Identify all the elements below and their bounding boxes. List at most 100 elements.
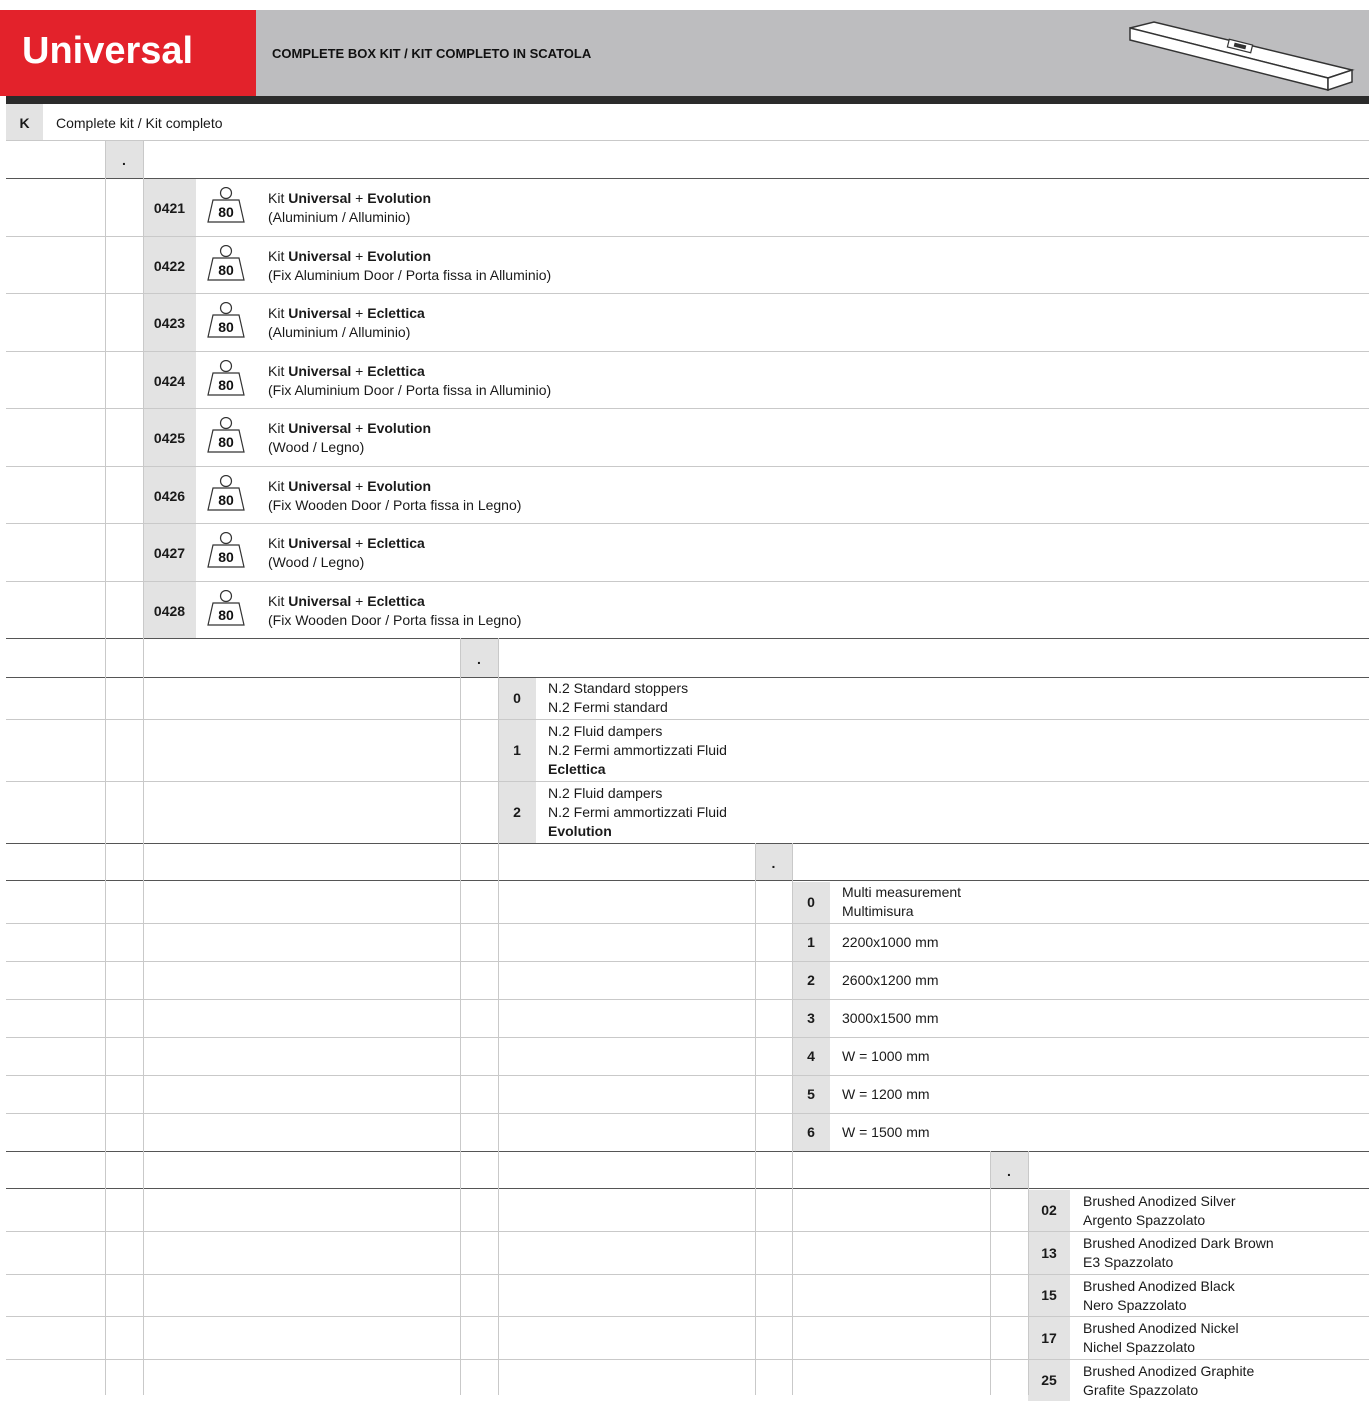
- header-rule: [6, 96, 1369, 104]
- svg-text:80: 80: [218, 319, 234, 335]
- weight-80kg-icon: 80: [207, 359, 245, 396]
- svg-text:80: 80: [218, 262, 234, 278]
- kit-code: 0421: [153, 200, 186, 216]
- finish-code: 17: [1041, 1330, 1057, 1346]
- kit-system-name: Universal: [288, 190, 352, 206]
- stopper-code: 2: [513, 804, 521, 820]
- size-code: 5: [807, 1086, 815, 1102]
- kit-title: Kit Universal + Eclettica: [268, 304, 425, 323]
- kit-plus: +: [351, 592, 368, 609]
- page-title: Universal: [22, 30, 194, 72]
- kit-row-divider: [6, 293, 1369, 294]
- kit-plus: +: [351, 420, 368, 436]
- column-divider: [792, 843, 793, 1395]
- stopper-code: 1: [513, 742, 521, 758]
- section-divider: [6, 140, 1369, 141]
- stopper-label: N.2 Fluid dampers: [548, 784, 663, 801]
- finish-row-divider: [6, 1274, 1369, 1275]
- kit-prefix: Kit: [268, 362, 289, 379]
- kit-code: 0423: [153, 315, 186, 331]
- kit-plus: +: [351, 247, 368, 264]
- section-label: Complete kit / Kit completo: [56, 115, 223, 131]
- stopper-row-divider: [6, 719, 1369, 720]
- stopper-label: N.2 Fermi ammortizzati Fluid: [548, 803, 727, 820]
- kit-prefix: Kit: [268, 420, 289, 436]
- column-divider: [498, 638, 499, 1395]
- weight-80kg-icon: 80: [207, 474, 245, 511]
- weight-80kg-icon: 80: [207, 302, 245, 338]
- kit-code: 0422: [153, 257, 186, 274]
- size-label: 2600x1200 mm: [842, 971, 939, 988]
- kit-model-name: Evolution: [367, 190, 432, 206]
- kit-plus: +: [351, 190, 368, 206]
- finish-label: Brushed Anodized Graphite: [1083, 1363, 1255, 1379]
- size-label: Multi measurement: [842, 884, 962, 900]
- stopper-label: Evolution: [548, 822, 612, 839]
- block-divider: [6, 1151, 1369, 1152]
- kit-note: (Fix Aluminium Door / Porta fissa in All…: [268, 381, 552, 398]
- stopper-label: Eclettica: [548, 760, 606, 777]
- stopper-label: N.2 Fermi ammortizzati Fluid: [548, 741, 727, 758]
- separator-dot: .: [771, 855, 776, 871]
- kit-model-name: Eclettica: [367, 305, 425, 321]
- kit-title: Kit Universal + Eclettica: [268, 534, 425, 553]
- kit-note: (Fix Wooden Door / Porta fissa in Legno): [268, 496, 522, 513]
- weight-80kg-icon: 80: [207, 589, 245, 626]
- kit-title: Kit Universal + Evolution: [268, 189, 431, 208]
- block-divider: [6, 880, 1369, 881]
- separator-dot: .: [1007, 1163, 1011, 1179]
- kit-prefix: Kit: [268, 535, 289, 551]
- stopper-code: 0: [513, 690, 521, 706]
- size-code: 3: [807, 1010, 815, 1026]
- size-label: Multimisura: [842, 903, 914, 919]
- kit-title: Kit Universal + Evolution: [268, 247, 431, 266]
- size-code: 1: [807, 934, 815, 950]
- size-row-divider: [6, 1075, 1369, 1076]
- page-subtitle: COMPLETE BOX KIT / KIT COMPLETO IN SCATO…: [272, 46, 592, 61]
- finish-label-it: Grafite Spazzolato: [1083, 1382, 1199, 1398]
- kit-row-divider: [6, 523, 1369, 524]
- finish-code: 25: [1041, 1372, 1057, 1388]
- finish-label-it: Nichel Spazzolato: [1083, 1339, 1196, 1355]
- kit-code: 0427: [153, 545, 186, 561]
- size-row-divider: [6, 1037, 1369, 1038]
- size-label: W = 1200 mm: [842, 1085, 930, 1102]
- finish-row-divider: [6, 1231, 1369, 1232]
- kit-title: Kit Universal + Eclettica: [268, 362, 425, 381]
- kit-prefix: Kit: [268, 477, 289, 494]
- kit-row-divider: [6, 466, 1369, 467]
- size-row-divider: [6, 1113, 1369, 1114]
- kit-model-name: Evolution: [367, 247, 432, 264]
- svg-text:80: 80: [218, 492, 234, 508]
- svg-text:80: 80: [218, 377, 234, 393]
- kit-model-name: Eclettica: [367, 535, 425, 551]
- column-divider: [460, 638, 461, 1395]
- kit-system-name: Universal: [288, 247, 352, 264]
- finish-label-it: Nero Spazzolato: [1083, 1297, 1187, 1313]
- kit-note: (Aluminium / Alluminio): [268, 209, 411, 225]
- kit-row-divider: [6, 581, 1369, 582]
- size-code: 6: [807, 1124, 815, 1140]
- kit-system-name: Universal: [288, 592, 352, 609]
- finish-label: Brushed Anodized Silver: [1083, 1193, 1236, 1209]
- size-code: 4: [807, 1048, 815, 1064]
- kit-plus: +: [351, 535, 368, 551]
- kit-prefix: Kit: [268, 247, 289, 264]
- stopper-label: N.2 Standard stoppers: [548, 680, 689, 696]
- kit-row-divider: [6, 351, 1369, 352]
- svg-text:80: 80: [218, 204, 234, 220]
- finish-row-divider: [6, 1359, 1369, 1360]
- size-code: 0: [807, 894, 815, 910]
- column-divider: [105, 140, 106, 1395]
- column-divider: [990, 1151, 991, 1395]
- size-label: W = 1000 mm: [842, 1047, 930, 1064]
- finish-label: Brushed Anodized Dark Brown: [1083, 1235, 1274, 1251]
- kit-model-name: Eclettica: [367, 592, 425, 609]
- finish-label: Brushed Anodized Black: [1083, 1278, 1235, 1294]
- column-divider: [1028, 1151, 1029, 1395]
- kit-plus: +: [351, 305, 368, 321]
- weight-80kg-icon: 80: [207, 244, 245, 281]
- kit-plus: +: [351, 362, 368, 379]
- kit-model-name: Eclettica: [367, 362, 425, 379]
- stopper-label: N.2 Fluid dampers: [548, 722, 663, 739]
